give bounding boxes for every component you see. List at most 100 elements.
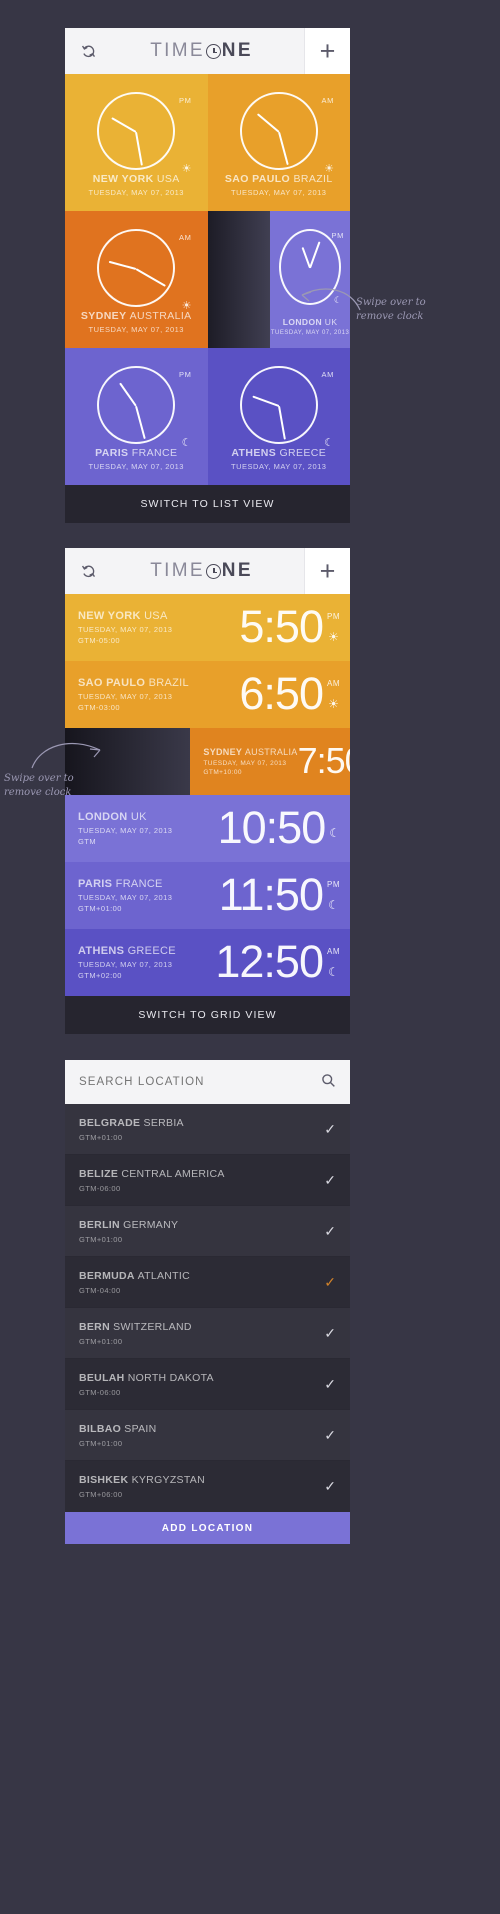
- check-icon[interactable]: ✓: [324, 1121, 336, 1138]
- location-name: BEULAH: [79, 1371, 125, 1384]
- tile-country: UK: [324, 317, 338, 327]
- clock-tile-paris[interactable]: PM ☾ PARIS FRANCE TUESDAY, MAY 07, 2013: [65, 348, 208, 485]
- location-row-berlin[interactable]: BERLIN GERMANY GTM+01:00 ✓: [65, 1206, 350, 1257]
- add-clock-button[interactable]: +: [304, 548, 350, 594]
- row-gmt: GTM-03:00: [78, 703, 120, 712]
- row-country: GREECE: [127, 945, 176, 957]
- location-row-bermuda[interactable]: BERMUDA ATLANTIC GTM-04:00 ✓: [65, 1257, 350, 1308]
- clock-row-new-york[interactable]: NEW YORK USA TUESDAY, MAY 07, 2013 GTM-0…: [65, 594, 350, 661]
- check-icon[interactable]: ✓: [324, 1325, 336, 1342]
- row-country: FRANCE: [115, 878, 163, 890]
- clock-icon: [205, 43, 221, 59]
- brand-prefix: TIME: [150, 40, 205, 61]
- swipe-card[interactable]: SYDNEY AUSTRALIA TUESDAY, MAY 07, 2013 G…: [190, 728, 350, 795]
- switch-label: SWITCH TO GRID VIEW: [138, 1009, 277, 1021]
- app-title: TIME NE: [105, 40, 298, 62]
- meridiem-label: PM: [179, 96, 192, 105]
- tile-date: TUESDAY, MAY 07, 2013: [270, 330, 350, 336]
- row-time: 7:50: [297, 740, 350, 782]
- meridiem-label: AM: [327, 678, 340, 688]
- location-row-bern[interactable]: BERN SWITZERLAND GTM+01:00 ✓: [65, 1308, 350, 1359]
- list-swipe-callout: Swipe over to remove clock: [4, 742, 114, 799]
- check-icon[interactable]: ✓: [324, 1172, 336, 1189]
- location-gmt: GTM-04:00: [79, 1285, 121, 1295]
- meridiem-label: PM: [327, 879, 340, 889]
- clock-tile-london[interactable]: PM ☾ LONDON UK TUESDAY, MAY 07, 2013: [207, 211, 350, 348]
- switch-to-grid-view-button[interactable]: SWITCH TO GRID VIEW: [65, 996, 350, 1034]
- tile-labels: PARIS FRANCE TUESDAY, MAY 07, 2013: [65, 447, 208, 471]
- location-region: GERMANY: [123, 1218, 179, 1231]
- switch-to-list-view-button[interactable]: SWITCH TO LIST VIEW: [65, 485, 350, 523]
- row-gmt: GTM+10:00: [203, 769, 242, 776]
- meridiem-label: AM: [327, 946, 340, 956]
- row-country: AUSTRALIA: [244, 747, 298, 757]
- clock-row-athens[interactable]: ATHENS GREECE TUESDAY, MAY 07, 2013 GTM+…: [65, 929, 350, 996]
- location-name: BELGRADE: [79, 1116, 141, 1129]
- location-row-belgrade[interactable]: BELGRADE SERBIA GTM+01:00 ✓: [65, 1104, 350, 1155]
- swipe-card[interactable]: PM ☾ LONDON UK TUESDAY, MAY 07, 2013: [270, 211, 350, 348]
- row-date: TUESDAY, MAY 07, 2013: [78, 625, 173, 634]
- meridiem-label: AM: [321, 96, 334, 105]
- row-date: TUESDAY, MAY 07, 2013: [78, 960, 173, 969]
- check-icon[interactable]: ✓: [324, 1427, 336, 1444]
- clock-tile-new-york[interactable]: PM ☀ NEW YORK USA TUESDAY, MAY 07, 2013: [65, 74, 208, 211]
- moon-icon: ☾: [328, 964, 339, 979]
- tile-country: AUSTRALIA: [129, 310, 192, 322]
- location-region: NORTH DAKOTA: [127, 1371, 214, 1384]
- location-gmt: GTM+01:00: [79, 1132, 123, 1142]
- location-gmt: GTM+01:00: [79, 1234, 123, 1244]
- row-city: ATHENS: [78, 945, 125, 957]
- add-clock-button[interactable]: +: [304, 28, 350, 74]
- search-location-panel: BELGRADE SERBIA GTM+01:00 ✓ BELIZE CENTR…: [65, 1060, 350, 1544]
- location-row-beulah[interactable]: BEULAH NORTH DAKOTA GTM-06:00 ✓: [65, 1359, 350, 1410]
- add-location-label: ADD LOCATION: [161, 1522, 254, 1534]
- check-icon[interactable]: ✓: [324, 1376, 336, 1393]
- check-icon-selected[interactable]: ✓: [324, 1274, 336, 1291]
- switch-label: SWITCH TO LIST VIEW: [140, 498, 275, 510]
- row-gmt: GTM+01:00: [78, 904, 122, 913]
- tile-city: ATHENS: [231, 447, 277, 459]
- clock-row-paris[interactable]: PARIS FRANCE TUESDAY, MAY 07, 2013 GTM+0…: [65, 862, 350, 929]
- location-name: BILBAO: [79, 1422, 122, 1435]
- clock-face: [97, 366, 176, 444]
- tile-country: BRAZIL: [293, 173, 333, 185]
- row-city: SYDNEY: [203, 747, 243, 757]
- moon-icon: ☾: [329, 826, 340, 840]
- callout-line-1: Swipe over to: [356, 297, 426, 308]
- location-name: BERLIN: [79, 1218, 120, 1231]
- row-date: TUESDAY, MAY 07, 2013: [78, 826, 173, 835]
- location-row-belize[interactable]: BELIZE CENTRAL AMERICA GTM-06:00 ✓: [65, 1155, 350, 1206]
- tile-labels: NEW YORK USA TUESDAY, MAY 07, 2013: [65, 173, 208, 197]
- clock-row-sao-paulo[interactable]: SAO PAULO BRAZIL TUESDAY, MAY 07, 2013 G…: [65, 661, 350, 728]
- search-bar[interactable]: [65, 1060, 350, 1104]
- row-country: UK: [130, 811, 147, 823]
- clock-tile-sydney[interactable]: AM ☀ SYDNEY AUSTRALIA TUESDAY, MAY 07, 2…: [65, 211, 208, 348]
- row-date: TUESDAY, MAY 07, 2013: [203, 760, 287, 767]
- search-icon[interactable]: [321, 1073, 336, 1092]
- tile-date: TUESDAY, MAY 07, 2013: [88, 325, 184, 334]
- clock-tile-sao-paulo[interactable]: AM ☀ SAO PAULO BRAZIL TUESDAY, MAY 07, 2…: [207, 74, 350, 211]
- location-row-bilbao[interactable]: BILBAO SPAIN GTM+01:00 ✓: [65, 1410, 350, 1461]
- check-icon[interactable]: ✓: [324, 1478, 336, 1495]
- location-gmt: GTM-06:00: [79, 1387, 121, 1397]
- clock-row-london[interactable]: LONDON UK TUESDAY, MAY 07, 2013 GTM 10:5…: [65, 795, 350, 862]
- add-location-button[interactable]: ADD LOCATION: [65, 1512, 350, 1544]
- location-name: BISHKEK: [79, 1474, 129, 1486]
- tile-date: TUESDAY, MAY 07, 2013: [231, 188, 327, 197]
- tile-labels: LONDON UK TUESDAY, MAY 07, 2013: [270, 317, 350, 336]
- tile-country: GREECE: [279, 447, 327, 459]
- sun-icon: ☀: [328, 696, 339, 711]
- brand-suffix: NE: [221, 560, 253, 581]
- clock-face: [97, 229, 176, 307]
- clock-tile-athens[interactable]: AM ☾ ATHENS GREECE TUESDAY, MAY 07, 2013: [207, 348, 350, 485]
- tile-city: SAO PAULO: [224, 173, 291, 185]
- callout-line-1: Swipe over to: [4, 773, 74, 784]
- tile-city: NEW YORK: [92, 173, 154, 185]
- search-input[interactable]: [79, 1076, 321, 1088]
- location-row-bishkek[interactable]: BISHKEK KYRGYZSTAN GTM+06:00 ✓: [65, 1461, 350, 1512]
- app-title: TIME NE: [105, 560, 298, 582]
- location-name: BERN: [79, 1320, 110, 1333]
- check-icon[interactable]: ✓: [324, 1223, 336, 1240]
- clock-face: [239, 92, 318, 170]
- row-country: BRAZIL: [148, 677, 189, 689]
